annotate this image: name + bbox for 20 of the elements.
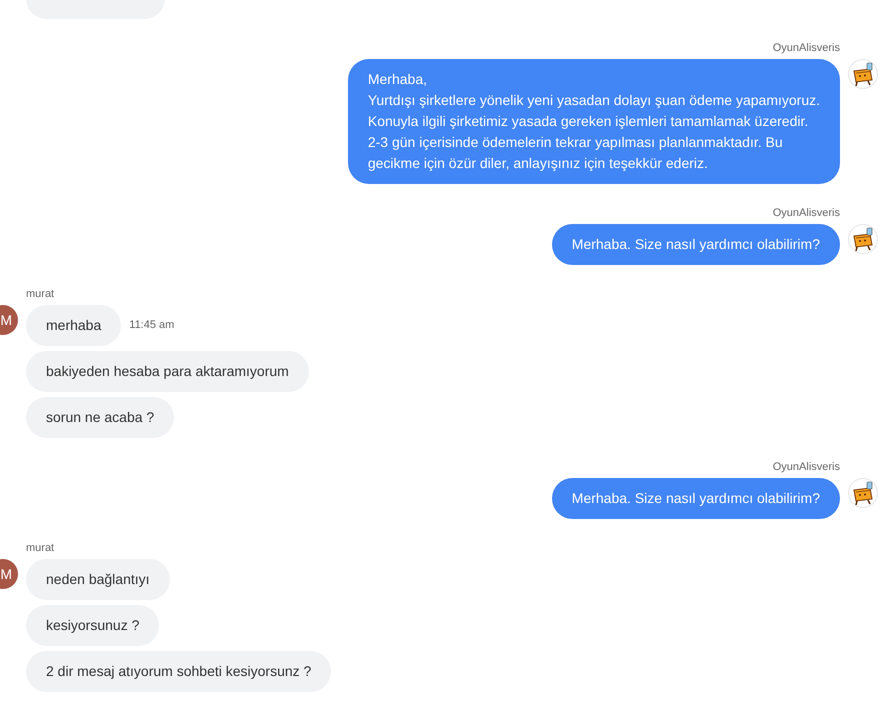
message-bubble: sorun ne acaba ? [26, 397, 174, 438]
avatar: M [0, 559, 18, 589]
sender-name: OyunAlisveris [772, 42, 840, 55]
message-bubble: kesiyorsunuz ? [26, 605, 160, 646]
sender-name: murat [25, 288, 56, 301]
message-bubble: neden bağlantıyı [26, 559, 170, 600]
sender-name: murat [25, 542, 56, 555]
avatar-icon [848, 478, 878, 508]
avatar: M [0, 305, 18, 335]
message-bubble: Merhaba. Size nasıl yardımcı olabilirim? [552, 224, 840, 265]
message-bubble: Merhaba, Yurtdışı şirketlere yönelik yeni yasadan dolayı şuan ödeme yapamıyoruz. Konuyla ilgili şirketimiz yasada gereken işlemleri tamamlamak üzeredir. 2-3 gün içerisinde ödemelerin tekrar yapılması planlanmaktadır. Bu gecikme için özür diler, anlayışınız için teşekkür ederiz. [348, 59, 840, 184]
message-bubble: merhaba [26, 305, 122, 346]
message-time: 11:45 am [129, 318, 174, 334]
sender-name: OyunAlisveris [772, 207, 840, 220]
message-bubble: Merhaba. Size nasıl yardımcı olabilirim? [552, 478, 840, 519]
message-bubble: bakiyeden hesaba para aktaramıyorum [26, 351, 309, 392]
avatar-icon [848, 224, 878, 254]
avatar-icon [848, 59, 878, 89]
sender-name: OyunAlisveris [772, 461, 840, 474]
message-bubble: 2 dir mesaj atıyorum sohbeti kesiyorsunz ? [26, 651, 332, 692]
